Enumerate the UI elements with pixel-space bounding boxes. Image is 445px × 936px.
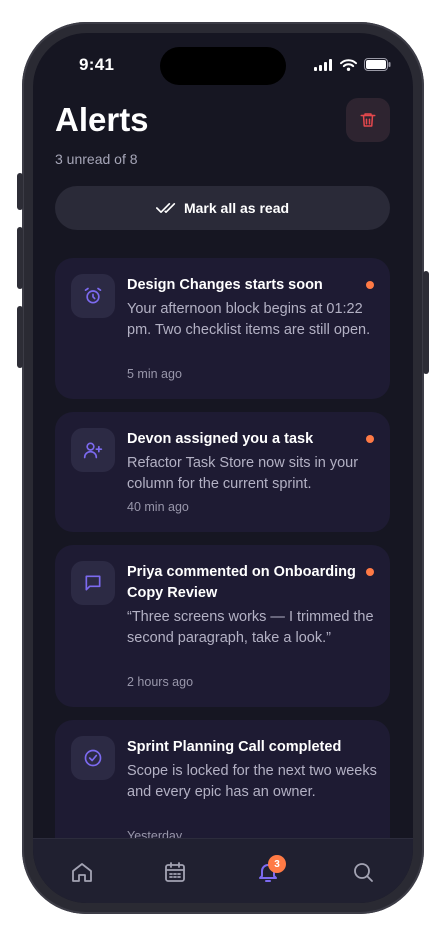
signal-icon — [314, 58, 332, 71]
user-plus-icon — [83, 442, 103, 459]
notification-title: Devon assigned you a task — [127, 431, 314, 447]
battery-icon — [364, 58, 391, 71]
volume-down-button — [17, 306, 23, 368]
status-icons — [314, 58, 391, 71]
notification-body: “Three screens works — I trimmed the sec… — [127, 609, 374, 646]
mark-all-read-label: Mark all as read — [183, 200, 290, 216]
notification-icon-box — [71, 428, 115, 472]
notification-time: 2 hours ago — [127, 675, 194, 689]
volume-up-button — [17, 227, 23, 289]
tab-home[interactable] — [69, 859, 95, 885]
search-icon — [354, 863, 373, 882]
mute-switch — [17, 173, 23, 210]
clear-all-button[interactable] — [346, 98, 390, 142]
screen: 9:41 Alerts 3 unread of 8 Mark all as re… — [33, 33, 413, 903]
power-button — [423, 271, 429, 374]
notification-card[interactable]: Design Changes starts soon Your afternoo… — [55, 258, 390, 399]
notification-body: Your afternoon block begins at 01:22 pm.… — [127, 301, 371, 338]
notification-body: Scope is locked for the next two weeks a… — [127, 763, 377, 800]
notification-time: 40 min ago — [127, 500, 189, 514]
trash-icon — [360, 113, 376, 127]
alarm-clock-icon — [84, 287, 102, 304]
notification-title: Sprint Planning Call completed — [127, 739, 342, 755]
wifi-icon — [340, 58, 357, 71]
home-icon — [72, 863, 92, 882]
notification-icon-box — [71, 274, 115, 318]
unread-summary: 3 unread of 8 — [55, 151, 138, 167]
notification-title: Design Changes starts soon — [127, 277, 323, 293]
unread-dot — [366, 568, 374, 576]
notification-card[interactable]: Priya commented on Onboarding Copy Revie… — [55, 545, 390, 707]
status-time: 9:41 — [79, 55, 115, 74]
notification-icon-box — [71, 561, 115, 605]
tab-bar: 3 — [33, 838, 413, 903]
notification-title: Priya commented on Onboarding Copy Revie… — [127, 564, 356, 601]
notification-card[interactable]: Sprint Planning Call completed Scope is … — [55, 720, 390, 838]
notification-time: Yesterday — [127, 829, 183, 838]
message-icon — [85, 575, 101, 591]
calendar-icon — [165, 862, 185, 882]
check-circle-icon — [84, 749, 102, 767]
tab-calendar[interactable] — [162, 859, 188, 885]
mark-all-read-button[interactable]: Mark all as read — [55, 186, 390, 230]
double-check-icon — [155, 203, 176, 214]
dynamic-island — [160, 47, 286, 85]
notification-list[interactable]: Design Changes starts soon Your afternoo… — [55, 258, 390, 838]
notification-card[interactable]: Devon assigned you a task Refactor Task … — [55, 412, 390, 532]
unread-dot — [366, 435, 374, 443]
tab-search[interactable] — [350, 859, 376, 885]
page-title: Alerts — [55, 101, 149, 138]
notification-time: 5 min ago — [127, 367, 182, 381]
notification-icon-box — [71, 736, 115, 780]
unread-dot — [366, 281, 374, 289]
notification-body: Refactor Task Store now sits in your col… — [127, 455, 359, 492]
alerts-badge: 3 — [268, 855, 286, 873]
